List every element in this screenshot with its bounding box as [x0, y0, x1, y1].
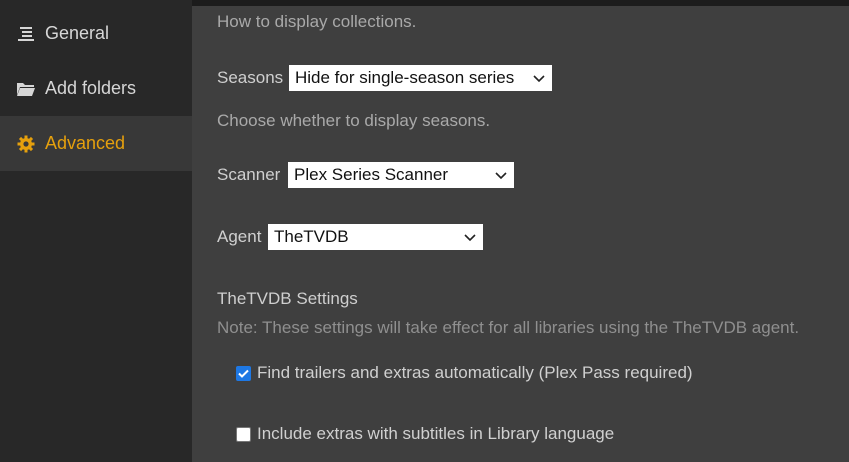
gear-icon: [16, 134, 36, 154]
seasons-help-text: Choose whether to display seasons.: [217, 111, 491, 130]
sidebar-item-label: Advanced: [45, 133, 126, 153]
chevron-down-icon: [464, 234, 476, 242]
find-trailers-checkbox[interactable]: [236, 365, 251, 381]
agent-settings-heading: TheTVDB Settings: [217, 289, 358, 308]
sidebar-item-general[interactable]: General: [0, 6, 192, 61]
folder-icon: [16, 79, 36, 99]
agent-select[interactable]: TheTVDB: [268, 224, 483, 250]
seasons-label: Seasons: [217, 68, 284, 87]
find-trailers-label: Find trailers and extras automatically (…: [257, 363, 693, 382]
seasons-select[interactable]: Hide for single-season series: [289, 65, 552, 91]
collections-help-text: How to display collections.: [217, 12, 417, 31]
agent-settings-note: Note: These settings will take effect fo…: [217, 318, 800, 337]
advanced-settings-panel: How to display collections. Seasons Hide…: [217, 0, 849, 462]
include-extras-label: Include extras with subtitles in Library…: [257, 424, 615, 443]
sidebar-item-advanced[interactable]: Advanced: [0, 116, 192, 171]
sidebar-item-add-folders[interactable]: Add folders: [0, 61, 192, 116]
include-extras-option[interactable]: Include extras with subtitles in Library…: [236, 424, 614, 444]
sidebar-item-label: Add folders: [45, 78, 137, 98]
agent-select-value: TheTVDB: [274, 227, 349, 246]
scanner-select-value: Plex Series Scanner: [294, 165, 449, 184]
scanner-label: Scanner: [217, 165, 281, 184]
seasons-select-value: Hide for single-season series: [295, 68, 515, 87]
list-icon: [16, 24, 36, 44]
find-trailers-option[interactable]: Find trailers and extras automatically (…: [236, 363, 693, 383]
checkmark-icon: [238, 369, 249, 378]
sidebar-item-label: General: [45, 23, 110, 43]
chevron-down-icon: [495, 172, 507, 180]
scanner-select[interactable]: Plex Series Scanner: [288, 162, 514, 188]
include-extras-checkbox[interactable]: [236, 426, 251, 442]
sidebar: General Add folders Advanced: [0, 0, 192, 462]
agent-label: Agent: [217, 227, 262, 246]
chevron-down-icon: [533, 75, 545, 83]
